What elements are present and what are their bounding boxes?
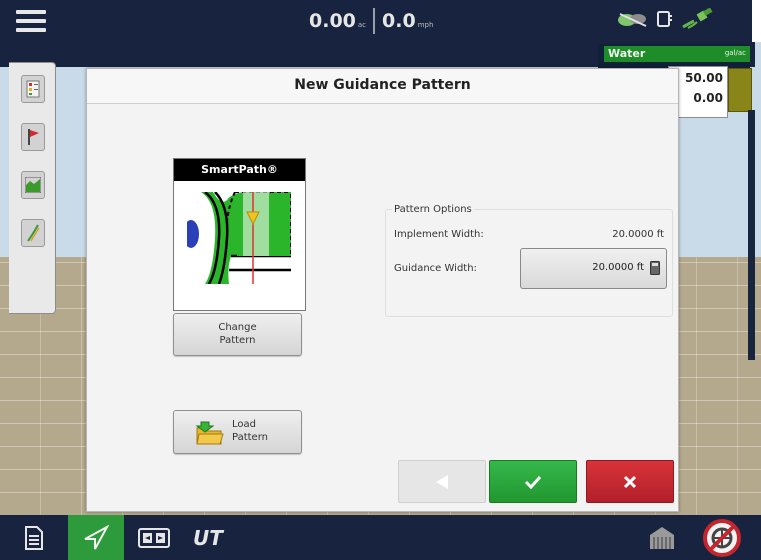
product-unit: gal/ac (724, 49, 746, 57)
area-speed-readout: 0.00 ac 0.0 mph (309, 6, 433, 36)
split-screen-icon (138, 527, 170, 548)
right-panel-edge (748, 110, 755, 360)
load-pattern-button[interactable]: Load Pattern (173, 410, 302, 454)
flag-icon (28, 129, 39, 145)
field-graph-button[interactable] (21, 171, 45, 199)
implement-button[interactable] (640, 515, 684, 560)
map-toolbar (9, 62, 56, 314)
keypad-icon (650, 261, 660, 275)
cancel-button[interactable] (586, 460, 674, 503)
autosteer-disabled-button[interactable] (696, 515, 748, 560)
back-button[interactable] (398, 460, 486, 503)
rate-status-bar (728, 68, 752, 112)
close-icon (623, 475, 637, 488)
change-pattern-button[interactable]: Change Pattern (173, 313, 302, 356)
applied-rate: 0.00 (693, 91, 723, 105)
load-folder-icon (195, 421, 224, 445)
area-unit: ac (357, 21, 367, 29)
dialog-title: New Guidance Pattern (294, 77, 471, 93)
change-pattern-label: Change Pattern (218, 322, 257, 346)
stat-divider (373, 8, 376, 34)
implement-width-value: 20.0000 ft (612, 229, 664, 240)
guidance-icon (84, 524, 109, 549)
guidance-line-icon (27, 224, 40, 242)
no-autosteer-icon (703, 518, 741, 557)
pattern-preview: SmartPath® (173, 158, 306, 311)
back-arrow-icon (436, 474, 448, 489)
bottom-nav-bar: UT (0, 515, 761, 560)
map-layers-icon (26, 80, 40, 98)
guidance-width-label: Guidance Width: (394, 263, 477, 274)
display-phone-icon[interactable] (656, 9, 674, 29)
product-name: Water (608, 47, 646, 60)
implement-width-label: Implement Width: (394, 229, 484, 240)
hamburger-menu-icon[interactable] (16, 10, 46, 32)
speed-value: 0.0 (382, 10, 416, 32)
pattern-name: SmartPath® (174, 159, 305, 181)
top-status-bar: 0.00 ac 0.0 mph (0, 0, 752, 42)
map-layers-button[interactable] (21, 75, 45, 103)
implement-icon (650, 526, 674, 549)
ut-button[interactable]: UT (186, 515, 230, 560)
guidance-line-button[interactable] (21, 219, 45, 247)
load-pattern-label: Load Pattern (232, 419, 268, 443)
new-guidance-pattern-dialog: New Guidance Pattern SmartPath® Change P… (86, 68, 679, 512)
checkmark-icon (524, 475, 542, 489)
guidance-width-value: 20.0000 ft (592, 262, 644, 273)
document-button[interactable] (14, 515, 54, 560)
status-icons (616, 8, 714, 30)
guidance-width-field[interactable]: 20.0000 ft (520, 248, 667, 289)
accept-button[interactable] (489, 460, 577, 503)
pattern-options-group: Pattern Options Implement Width: 20.0000… (385, 204, 673, 317)
smartpath-pattern-icon (187, 192, 291, 284)
guidance-button[interactable] (68, 515, 124, 560)
field-graph-icon (25, 177, 41, 193)
document-icon (25, 525, 43, 550)
gps-status-icon[interactable] (680, 8, 714, 30)
ut-icon: UT (193, 525, 223, 550)
seed-status-icon[interactable] (616, 10, 650, 28)
split-screen-button[interactable] (132, 515, 176, 560)
dialog-header: New Guidance Pattern (87, 69, 678, 104)
display-screen: 0.00 ac 0.0 mph Water gal/ac 50.00 0.00 … (0, 0, 761, 560)
pattern-options-title: Pattern Options (392, 204, 474, 215)
area-value: 0.00 (309, 10, 356, 32)
speed-unit: mph (417, 21, 434, 29)
product-header[interactable]: Water gal/ac (604, 46, 750, 62)
target-rate: 50.00 (685, 71, 723, 85)
flag-button[interactable] (21, 123, 45, 151)
